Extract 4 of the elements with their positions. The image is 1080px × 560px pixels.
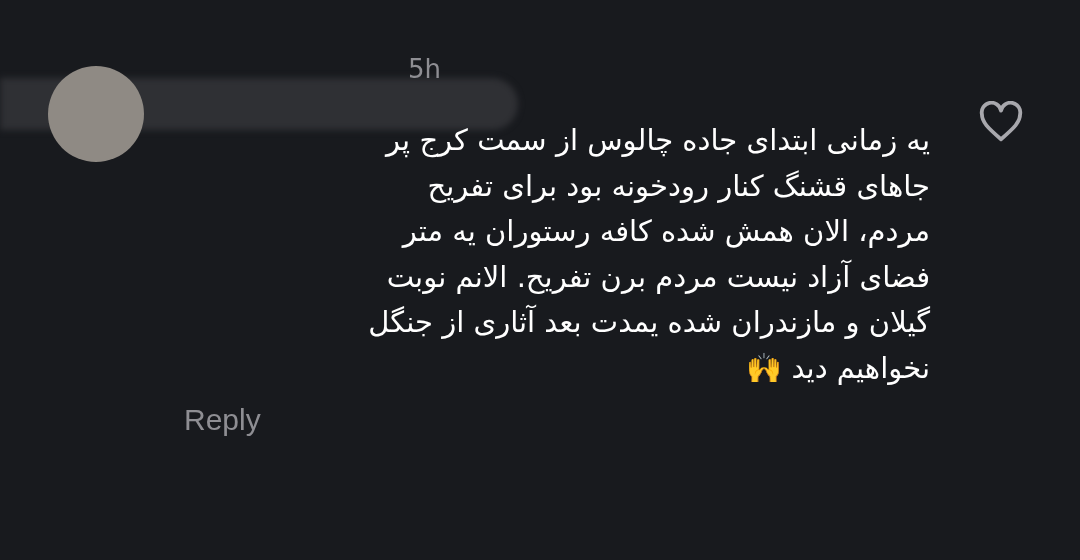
comment-time: 5h [408,56,442,82]
comment-text: یه زمانی ابتدای جاده چالوس از سمت کرج پر جاهای قشنگ کنار رودخونه بود برای تفریح مردم، الان همش شده کافه رستوران یه متر فضای آزاد نیست مردم برن تفریح. الانم نوبت گیلان و مازندران شده یمدت بعد آثاری از جنگل نخواهیم دید 🙌 [367,122,930,387]
reply-button[interactable]: Reply [184,397,261,442]
heart-icon[interactable] [978,101,1024,143]
